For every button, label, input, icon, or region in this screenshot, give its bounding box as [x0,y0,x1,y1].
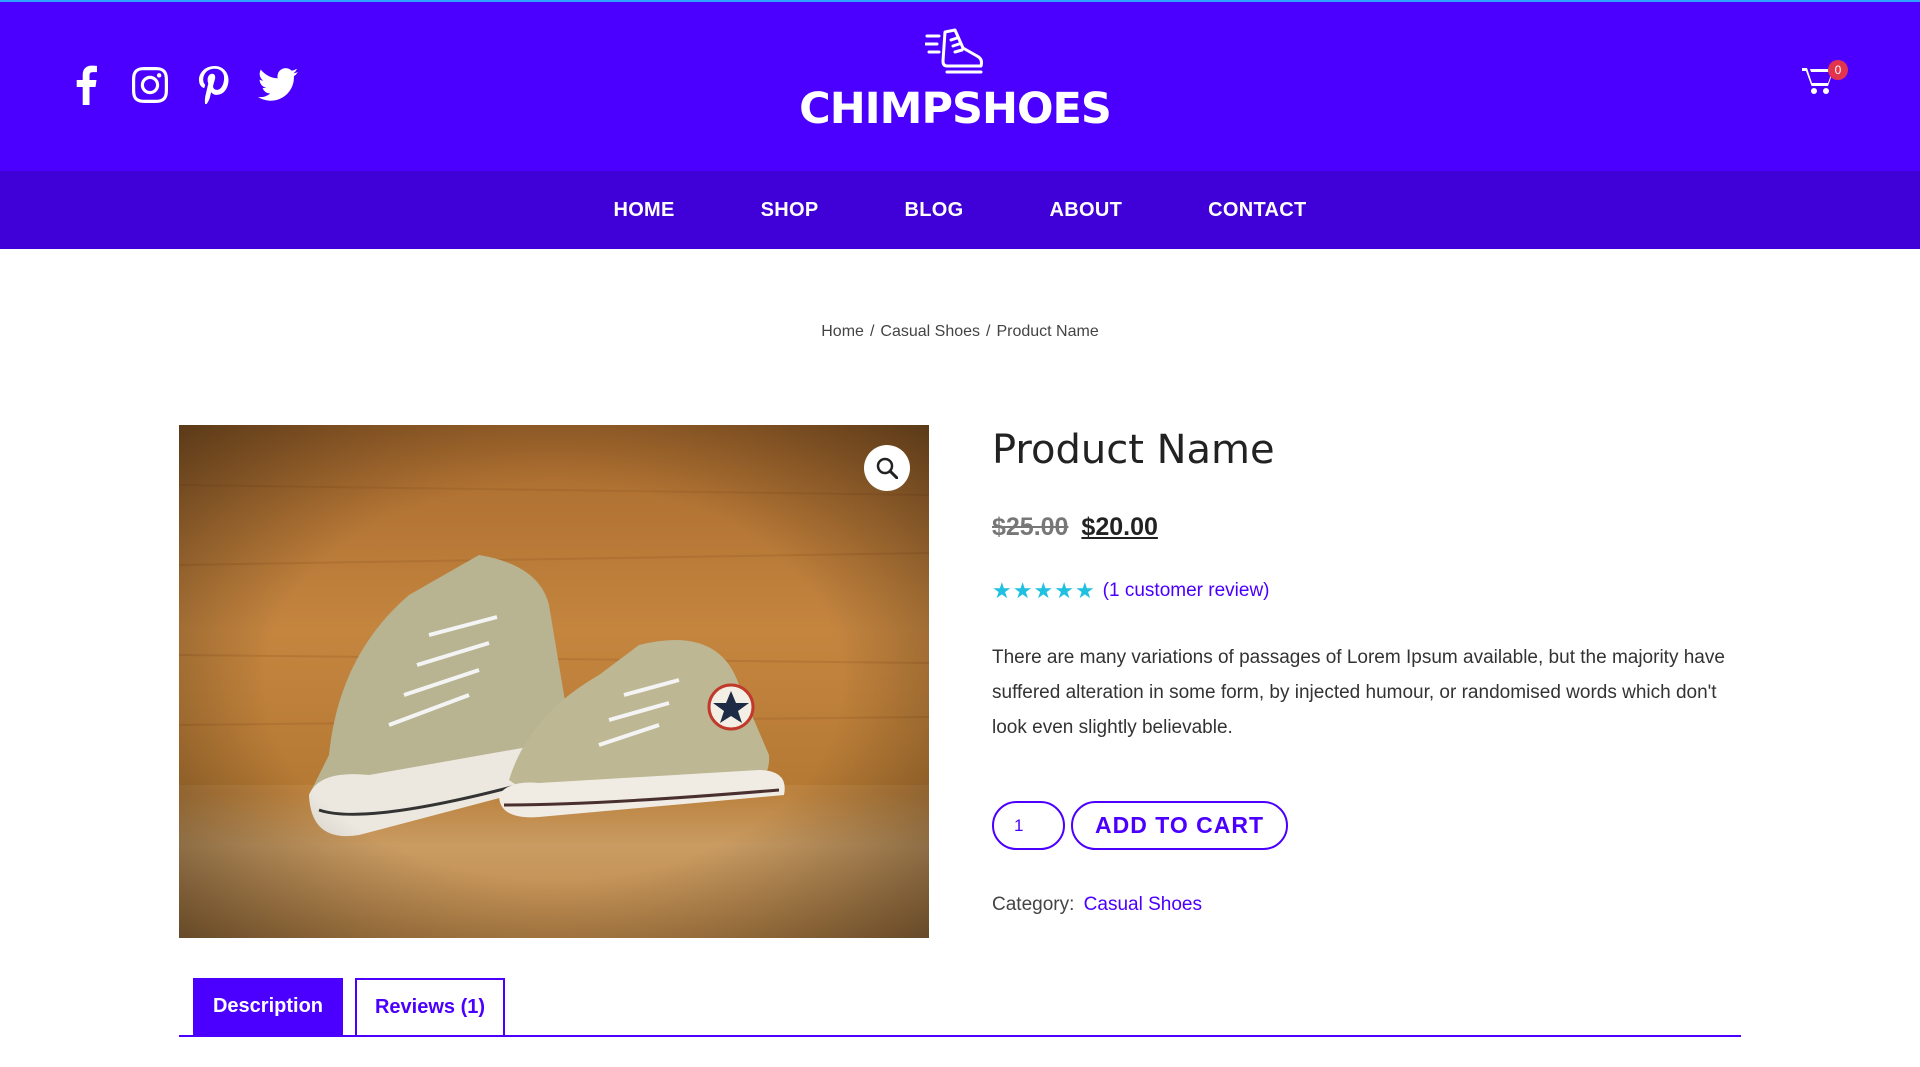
breadcrumb-separator: / [986,323,991,340]
tab-description[interactable]: Description [193,978,343,1035]
star-icon: ★ [1033,578,1054,603]
price: $25.00 $20.00 [992,513,1742,542]
short-description: There are many variations of passages of… [992,647,1725,738]
facebook-icon[interactable] [66,60,106,110]
running-shoe-icon [925,28,983,74]
site-logo[interactable]: CHIMPSHOES [790,26,1120,134]
main-navigation: HOME SHOP BLOG ABOUT CONTACT [0,171,1920,249]
category-label: Category: [992,894,1075,915]
star-icon: ★ [992,578,1012,603]
category-link[interactable]: Casual Shoes [1084,894,1202,915]
star-icon: ★ [1012,578,1033,603]
nav-contact[interactable]: CONTACT [1208,199,1306,222]
brand-name: CHIMPSHOES [799,84,1112,134]
regular-price: $25.00 [992,513,1069,541]
add-to-cart-form: ADD TO CART [992,801,1742,850]
tab-reviews[interactable]: Reviews (1) [355,978,505,1035]
breadcrumb-separator: / [869,323,875,340]
star-rating: ★ ★ ★ ★ ★ [992,580,1095,602]
sale-price: $20.00 [1081,513,1158,541]
social-links [66,60,298,110]
product-title: Product Name [992,427,1275,473]
quantity-input[interactable] [992,801,1065,850]
breadcrumb-category[interactable]: Casual Shoes [880,323,980,340]
breadcrumb-home[interactable]: Home [821,323,864,340]
product-category: Category: Casual Shoes [992,894,1742,916]
breadcrumb: Home / Casual Shoes / Product Name [0,323,1920,341]
star-icon: ★ [1074,578,1095,603]
instagram-icon[interactable] [130,60,170,110]
nav-shop[interactable]: SHOP [761,199,819,222]
sneakers-photo [179,425,929,938]
customer-review-link[interactable]: (1 customer review) [1103,580,1270,602]
breadcrumb-current: Product Name [996,323,1099,340]
twitter-icon[interactable] [258,60,298,110]
product-tabs: Description Reviews (1) [179,978,1741,1037]
cart-count-badge: 0 [1828,60,1848,80]
product-rating: ★ ★ ★ ★ ★ (1 customer review) [992,580,1742,602]
cart-button[interactable]: 0 [1802,60,1848,106]
add-to-cart-button[interactable]: ADD TO CART [1071,801,1289,850]
pinterest-icon[interactable] [194,60,234,110]
magnifier-icon [876,457,898,479]
site-header: CHIMPSHOES 0 [0,0,1920,171]
star-icon: ★ [1054,578,1074,603]
nav-about[interactable]: ABOUT [1050,199,1123,222]
zoom-button[interactable] [864,445,910,491]
product-summary: Product Name $25.00 $20.00 ★ ★ ★ ★ ★ (1 … [992,425,1742,916]
nav-home[interactable]: HOME [613,199,674,222]
product-image[interactable] [179,425,929,938]
nav-blog[interactable]: BLOG [905,199,964,222]
